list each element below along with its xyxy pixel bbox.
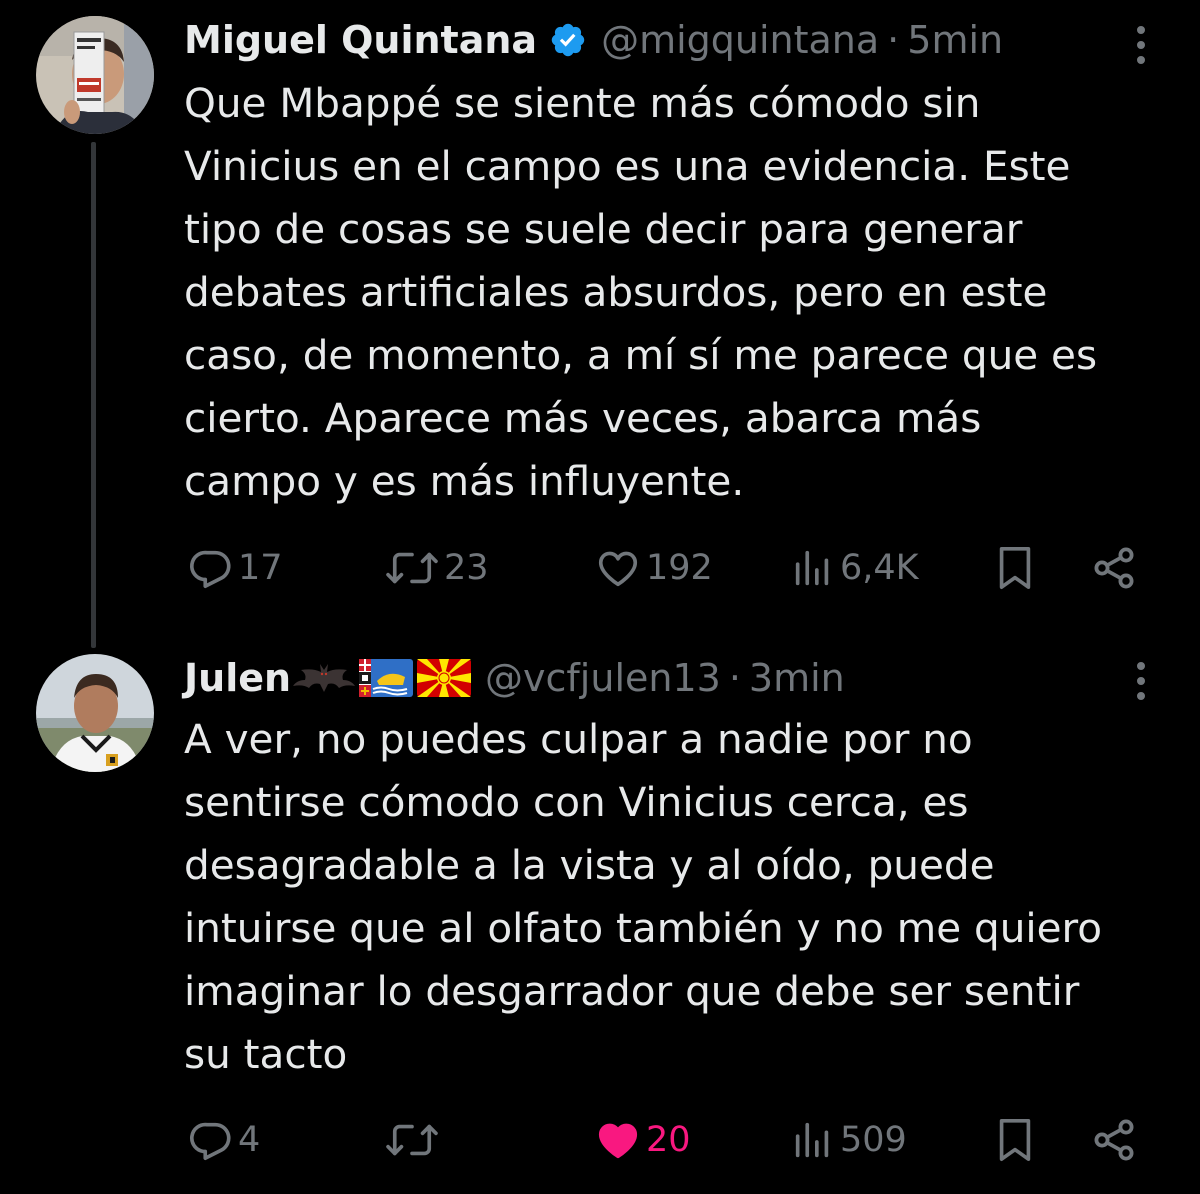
more-vertical-icon <box>1137 662 1145 700</box>
bookmark-button[interactable] <box>992 538 1038 598</box>
tweet-text-line: debates artificiales absurdos, pero en e… <box>184 268 1048 316</box>
share-button[interactable] <box>1090 1110 1138 1170</box>
name-emojis <box>293 659 472 697</box>
tweet-timestamp[interactable]: 3min <box>749 656 845 700</box>
tweet-text-line: imaginar lo desgarrador que debe ser sen… <box>184 967 1080 1015</box>
reply-icon <box>190 1122 231 1161</box>
tweet-header: Julen @vcfjulen13 · 3min <box>184 648 845 708</box>
views-button[interactable]: 509 <box>790 1110 907 1170</box>
heart-icon <box>598 551 638 587</box>
separator-dot: · <box>887 18 900 62</box>
author-handle[interactable]: @vcfjulen13 <box>485 656 721 700</box>
flag-north-macedonia-emoji-icon <box>417 659 472 697</box>
retweet-button[interactable]: 23 <box>384 538 489 598</box>
tweet-actions: 4 20 509 <box>184 1110 1154 1170</box>
like-button[interactable]: 192 <box>594 538 713 598</box>
more-options-button[interactable] <box>1126 658 1156 704</box>
retweet-icon <box>386 552 438 584</box>
tweet-text: Que Mbappé se siente más cómodo sin Vini… <box>184 72 1174 513</box>
author-avatar[interactable] <box>36 654 154 772</box>
tweet-julen[interactable]: Julen @vcfjulen13 · 3min A ver, no puede… <box>0 640 1200 1194</box>
tweet-actions: 17 23 192 6,4K <box>184 538 1154 598</box>
views-count: 6,4K <box>840 548 919 588</box>
reply-count: 17 <box>238 548 283 588</box>
views-count: 509 <box>840 1120 907 1160</box>
tweet-header: Miguel Quintana @migquintana · 5min <box>184 10 1003 70</box>
like-count: 20 <box>646 1120 691 1160</box>
views-icon <box>795 550 829 586</box>
views-icon <box>795 1122 829 1158</box>
bookmark-icon <box>999 547 1031 589</box>
tweet-text-line: caso, de momento, a mí sí me parece que … <box>184 331 1098 379</box>
bookmark-icon <box>999 1119 1031 1161</box>
tweet-text: A ver, no puedes culpar a nadie por no s… <box>184 708 1174 1086</box>
tweet-text-line: campo y es más influyente. <box>184 457 745 505</box>
tweet-text-line: intuirse que al olfato también y no me q… <box>184 904 1103 952</box>
tweet-text-line: Vinicius en el campo es una evidencia. E… <box>184 142 1071 190</box>
thread-connector-line <box>91 142 96 648</box>
avatar-holding-book-icon <box>36 16 154 134</box>
tweet-text-line: su tacto <box>184 1030 348 1078</box>
share-icon <box>1094 547 1134 589</box>
tweet-text-line: sentirse cómodo con Vinicius cerca, es <box>184 778 969 826</box>
retweet-button[interactable] <box>384 1110 444 1170</box>
share-icon <box>1094 1119 1134 1161</box>
tweet-text-line: cierto. Aparece más veces, abarca más <box>184 394 982 442</box>
avatar-man-in-jersey-icon <box>36 654 154 772</box>
bookmark-button[interactable] <box>992 1110 1038 1170</box>
bat-emoji-icon <box>293 664 356 692</box>
verified-badge-icon <box>549 21 587 59</box>
flag-saint-pierre-miquelon-emoji-icon <box>359 659 414 697</box>
reply-icon <box>190 550 231 589</box>
author-avatar[interactable] <box>36 16 154 134</box>
tweet-text-line: Que Mbappé se siente más cómodo sin <box>184 79 981 127</box>
tweet-miguel-quintana[interactable]: Miguel Quintana @migquintana · 5min Que … <box>0 0 1200 648</box>
separator-dot: · <box>728 656 741 700</box>
views-button[interactable]: 6,4K <box>790 538 919 598</box>
tweet-text-line: tipo de cosas se suele decir para genera… <box>184 205 1023 253</box>
retweet-icon <box>386 1124 438 1156</box>
tweet-text-line: desagradable a la vista y al oído, puede <box>184 841 995 889</box>
heart-filled-icon <box>598 1123 638 1159</box>
author-name[interactable]: Julen <box>184 656 291 700</box>
reply-count: 4 <box>238 1120 261 1160</box>
like-button[interactable]: 20 <box>594 1110 691 1170</box>
more-vertical-icon <box>1137 26 1145 64</box>
reply-button[interactable]: 4 <box>188 1110 260 1170</box>
tweet-timestamp[interactable]: 5min <box>907 18 1003 62</box>
share-button[interactable] <box>1090 538 1138 598</box>
author-handle[interactable]: @migquintana <box>601 18 879 62</box>
retweet-count: 23 <box>444 548 489 588</box>
reply-button[interactable]: 17 <box>188 538 283 598</box>
more-options-button[interactable] <box>1126 22 1156 68</box>
author-name[interactable]: Miguel Quintana <box>184 18 537 62</box>
like-count: 192 <box>646 548 713 588</box>
tweet-text-line: A ver, no puedes culpar a nadie por no <box>184 715 973 763</box>
